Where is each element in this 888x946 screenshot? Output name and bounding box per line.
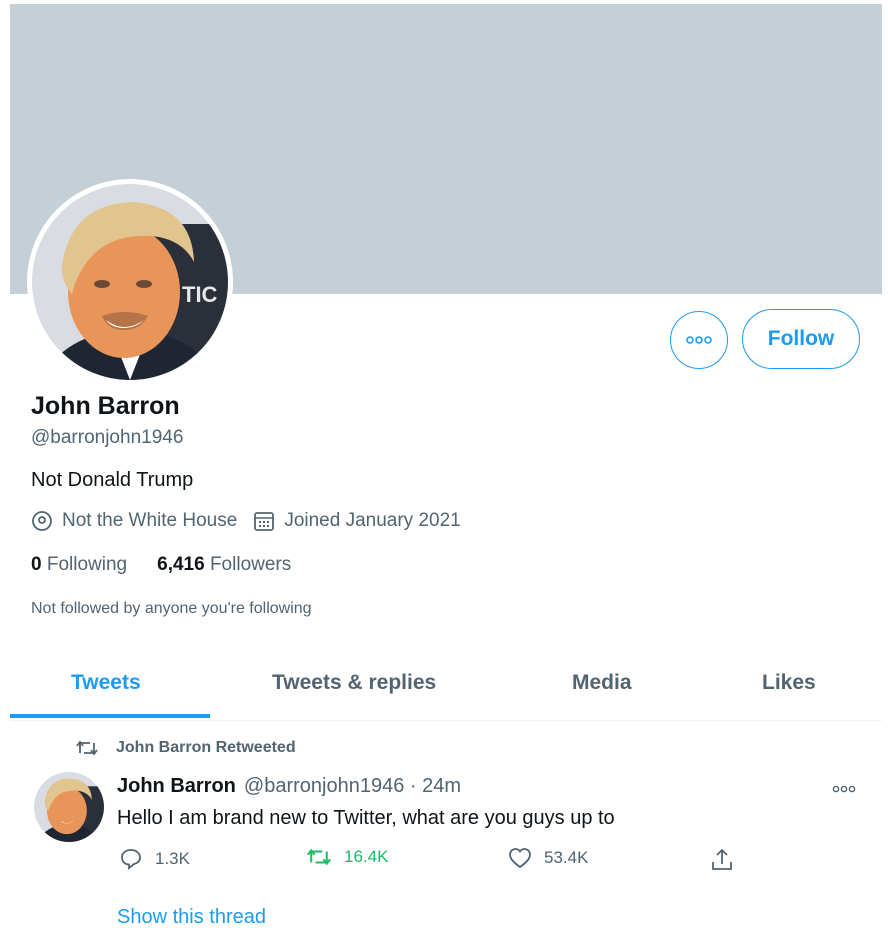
profile-frame: ΤΙC Follow John Barron @barronjohn1946 N… (10, 4, 882, 946)
followed-by-note: Not followed by anyone you're following (31, 600, 312, 617)
reply-button[interactable]: 1.3K (119, 847, 190, 871)
tweet-author-avatar[interactable] (34, 772, 104, 842)
share-button[interactable] (710, 847, 746, 873)
profile-meta: Not the White House Joined January 2021 (31, 510, 477, 532)
following-count: 0 (31, 554, 42, 575)
tweet-actions: 1.3K 16.4K 53.4K (10, 847, 882, 877)
like-count: 53.4K (544, 848, 589, 867)
location-icon (32, 511, 52, 531)
retweet-context: John Barron Retweeted (76, 739, 296, 757)
like-icon (509, 848, 531, 869)
followers-label: Followers (209, 554, 292, 575)
joined-text: Joined January 2021 (284, 510, 461, 531)
retweet-count: 16.4K (344, 847, 389, 866)
active-tab-indicator (10, 714, 210, 718)
page: ΤΙC Follow John Barron @barronjohn1946 N… (0, 0, 888, 946)
reply-icon (121, 849, 141, 870)
tab-likes[interactable]: Likes (762, 671, 816, 695)
profile-name: John Barron (31, 392, 180, 420)
tweet-author-name[interactable]: John Barron (117, 775, 236, 797)
more-icon (686, 336, 712, 344)
followers-count: 6,416 (157, 554, 205, 575)
reply-count: 1.3K (155, 849, 190, 868)
like-button[interactable]: 53.4K (508, 847, 588, 869)
profile-avatar-ring: ΤΙC (27, 179, 233, 385)
tweet-more-button[interactable] (832, 780, 856, 798)
tweet-separator: · (409, 775, 417, 797)
tweet-author-handle[interactable]: @barronjohn1946 (244, 775, 404, 797)
retweet-icon (76, 740, 98, 756)
following-label: Following (46, 554, 128, 575)
more-icon (832, 785, 856, 793)
show-thread-link[interactable]: Show this thread (117, 906, 266, 929)
followers-count-link[interactable]: 6,416 Followers (157, 554, 291, 576)
profile-handle: @barronjohn1946 (31, 427, 184, 448)
retweet-context-text: John Barron Retweeted (116, 739, 296, 756)
tweet-header: John Barron @barronjohn1946 · 24m (117, 775, 461, 798)
tab-media[interactable]: Media (572, 671, 632, 695)
more-options-button[interactable] (670, 311, 728, 369)
profile-counts: 0 Following 6,416 Followers (31, 554, 321, 576)
profile-tabs: Tweets Tweets & replies Media Likes (10, 659, 882, 721)
profile-bio: Not Donald Trump (31, 469, 194, 491)
location-text: Not the White House (62, 510, 238, 531)
profile-location: Not the White House (31, 510, 237, 532)
share-icon (712, 848, 732, 870)
profile-avatar[interactable]: ΤΙC (32, 184, 228, 380)
following-count-link[interactable]: 0 Following (31, 554, 127, 576)
follow-button[interactable]: Follow (742, 309, 860, 369)
tweet-text: Hello I am brand new to Twitter, what ar… (117, 807, 615, 829)
retweet-icon (307, 848, 331, 866)
svg-text:ΤΙC: ΤΙC (182, 282, 218, 307)
tweet-time[interactable]: 24m (422, 775, 461, 797)
calendar-icon (254, 512, 275, 531)
profile-joined: Joined January 2021 (253, 510, 461, 532)
retweet-button[interactable]: 16.4K (306, 847, 388, 867)
tab-tweets[interactable]: Tweets (71, 671, 141, 695)
tab-tweets-replies[interactable]: Tweets & replies (272, 671, 436, 695)
